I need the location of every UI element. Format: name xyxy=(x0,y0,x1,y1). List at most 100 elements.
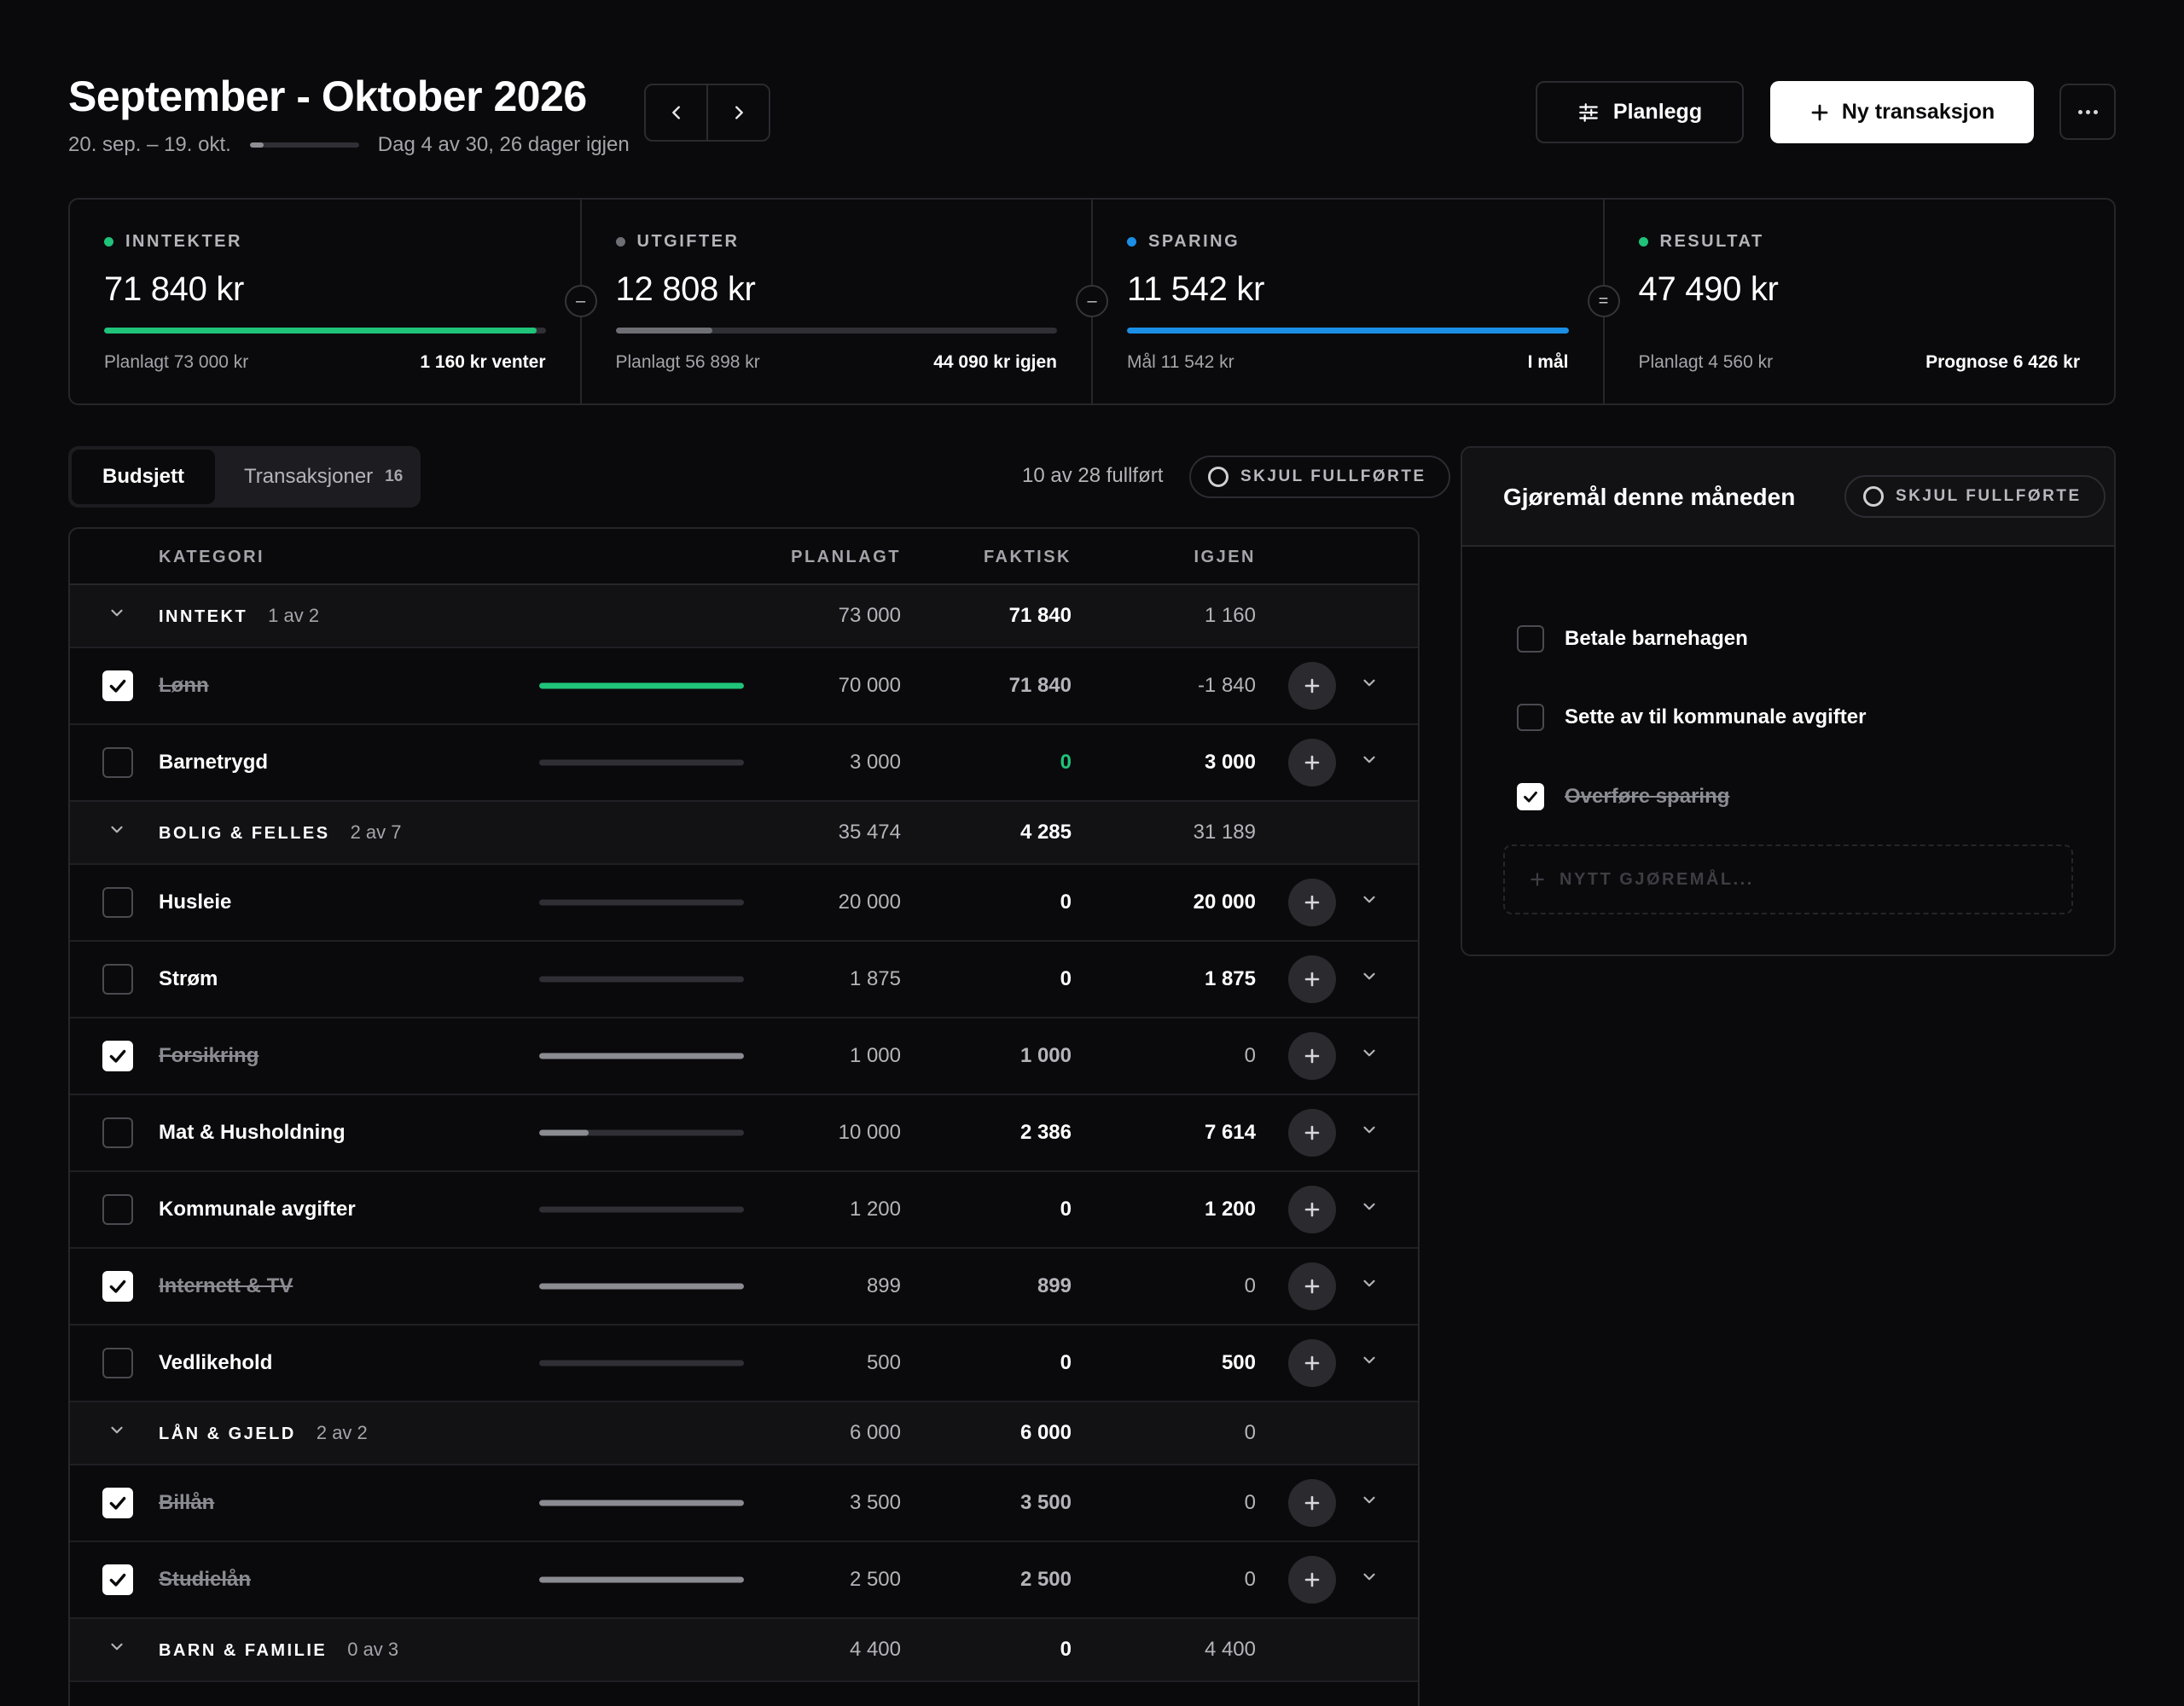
day-info: Dag 4 av 30, 26 dager igjen xyxy=(377,133,630,156)
result-dot xyxy=(1638,237,1648,247)
row-checkbox[interactable] xyxy=(102,1488,133,1518)
todo-label: Overføre sparing xyxy=(1565,785,1730,808)
budget-row: Mat & Husholdning 10 000 2 386 7 614 xyxy=(70,1095,1418,1172)
expand-row-button[interactable] xyxy=(1360,891,1379,915)
plan-button[interactable]: Planlegg xyxy=(1536,81,1744,143)
add-transaction-button[interactable] xyxy=(1288,662,1336,710)
chevron-down-icon xyxy=(111,1643,123,1651)
row-checkbox[interactable] xyxy=(102,1564,133,1595)
collapse-group-button[interactable] xyxy=(107,604,126,629)
chevron-down-icon xyxy=(1363,1356,1375,1364)
expand-row-button[interactable] xyxy=(1360,1568,1379,1593)
add-transaction-button[interactable] xyxy=(1288,1262,1336,1310)
savings-goal: Mål 11 542 kr xyxy=(1127,352,1234,372)
income-pending: 1 160 kr venter xyxy=(420,352,546,372)
chevron-right-icon xyxy=(735,106,743,119)
hide-completed-label: SKJUL FULLFØRTE xyxy=(1240,467,1426,485)
category-group-row[interactable]: BARN & FAMILIE 0 av 3 4 400 0 4 400 xyxy=(70,1619,1418,1682)
category-group-row[interactable]: INNTEKT 1 av 2 73 000 71 840 1 160 xyxy=(70,585,1418,648)
todo-item[interactable]: Overføre sparing xyxy=(1517,783,1729,810)
todo-item[interactable]: Betale barnehagen xyxy=(1517,625,1748,653)
category-group-row[interactable]: LÅN & GJELD 2 av 2 6 000 6 000 0 xyxy=(70,1402,1418,1465)
budget-row: Husleie 20 000 0 20 000 xyxy=(70,865,1418,942)
tab-transactions[interactable]: Transaksjoner 16 xyxy=(215,450,432,504)
group-name: INNTEKT 1 av 2 xyxy=(159,605,319,627)
plus-icon xyxy=(1304,895,1320,910)
row-actual: 1 000 xyxy=(1019,1044,1072,1067)
plus-icon xyxy=(1304,678,1320,693)
add-transaction-button[interactable] xyxy=(1288,879,1336,926)
expand-row-button[interactable] xyxy=(1360,1491,1379,1516)
expand-row-button[interactable] xyxy=(1360,1274,1379,1299)
row-checkbox[interactable] xyxy=(102,1194,133,1225)
collapse-group-button[interactable] xyxy=(107,1421,126,1446)
row-progress-bar xyxy=(539,1576,744,1583)
collapse-group-button[interactable] xyxy=(107,1638,126,1662)
row-checkbox[interactable] xyxy=(102,1117,133,1148)
chevron-down-icon xyxy=(111,826,123,833)
todo-label: Sette av til kommunale avgifter xyxy=(1565,705,1867,728)
checkmark-icon xyxy=(109,1280,126,1293)
add-transaction-button[interactable] xyxy=(1288,1339,1336,1387)
next-period-button[interactable] xyxy=(706,85,769,140)
group-name: BARN & FAMILIE 0 av 3 xyxy=(159,1639,398,1661)
expenses-progress-bar xyxy=(615,328,1057,334)
expand-row-button[interactable] xyxy=(1360,674,1379,699)
expand-row-button[interactable] xyxy=(1360,967,1379,992)
period-progress-bar xyxy=(249,142,359,148)
add-transaction-button[interactable] xyxy=(1288,1556,1336,1604)
category-group-row[interactable]: BOLIG & FELLES 2 av 7 35 474 4 285 31 189 xyxy=(70,802,1418,865)
todo-checkbox[interactable] xyxy=(1517,625,1544,653)
minus-operator: – xyxy=(564,285,597,317)
group-planned: 4 400 xyxy=(849,1638,901,1661)
tab-budget[interactable]: Budsjett xyxy=(72,450,215,504)
group-planned: 35 474 xyxy=(838,821,901,844)
expand-row-button[interactable] xyxy=(1360,751,1379,775)
new-transaction-button[interactable]: Ny transaksjon xyxy=(1770,81,2034,143)
header-category: KATEGORI xyxy=(159,548,265,566)
plus-icon xyxy=(1304,1495,1320,1511)
view-tabs: Budsjett Transaksjoner 16 xyxy=(68,446,421,508)
row-checkbox[interactable] xyxy=(102,887,133,918)
row-remaining: 20 000 xyxy=(1193,891,1256,914)
row-checkbox[interactable] xyxy=(102,1041,133,1071)
row-checkbox[interactable] xyxy=(102,670,133,701)
todo-checkbox[interactable] xyxy=(1517,783,1544,810)
add-transaction-button[interactable] xyxy=(1288,1109,1336,1157)
todo-checkbox[interactable] xyxy=(1517,704,1544,731)
add-transaction-button[interactable] xyxy=(1288,1032,1336,1080)
savings-dot xyxy=(1127,237,1136,247)
expand-row-button[interactable] xyxy=(1360,1121,1379,1146)
row-checkbox[interactable] xyxy=(102,1348,133,1378)
add-transaction-button[interactable] xyxy=(1288,1186,1336,1233)
todo-label: Betale barnehagen xyxy=(1565,627,1748,650)
row-category-name: Vedlikehold xyxy=(159,1351,273,1374)
row-checkbox[interactable] xyxy=(102,964,133,995)
income-card: INNTEKTER 71 840 kr Planlagt 73 000 kr 1 … xyxy=(70,200,580,403)
more-options-button[interactable] xyxy=(2059,84,2116,140)
period-progress-fill xyxy=(249,142,264,148)
expand-row-button[interactable] xyxy=(1360,1044,1379,1069)
expand-row-button[interactable] xyxy=(1360,1198,1379,1222)
group-actual: 0 xyxy=(1060,1638,1072,1661)
minus-operator: – xyxy=(1076,285,1108,317)
chevron-down-icon xyxy=(1363,679,1375,687)
row-checkbox[interactable] xyxy=(102,1271,133,1302)
expand-row-button[interactable] xyxy=(1360,1351,1379,1376)
add-transaction-button[interactable] xyxy=(1288,1479,1336,1527)
previous-period-button[interactable] xyxy=(646,85,706,140)
budget-row: Strøm 1 875 0 1 875 xyxy=(70,942,1418,1018)
todo-hide-completed-toggle[interactable]: SKJUL FULLFØRTE xyxy=(1844,475,2106,518)
row-checkbox[interactable] xyxy=(102,747,133,778)
todo-item[interactable]: Sette av til kommunale avgifter xyxy=(1517,704,1866,731)
add-transaction-button[interactable] xyxy=(1288,739,1336,786)
row-actual: 71 840 xyxy=(1008,674,1072,697)
collapse-group-button[interactable] xyxy=(107,821,126,845)
row-category-name: Barnetrygd xyxy=(159,751,269,774)
new-todo-input[interactable]: NYTT GJØREMÅL... xyxy=(1503,844,2073,914)
group-actual: 6 000 xyxy=(1019,1421,1072,1444)
add-transaction-button[interactable] xyxy=(1288,955,1336,1003)
group-progress: 2 av 2 xyxy=(316,1422,368,1443)
group-name: LÅN & GJELD 2 av 2 xyxy=(159,1422,368,1444)
hide-completed-toggle[interactable]: SKJUL FULLFØRTE xyxy=(1189,456,1450,498)
